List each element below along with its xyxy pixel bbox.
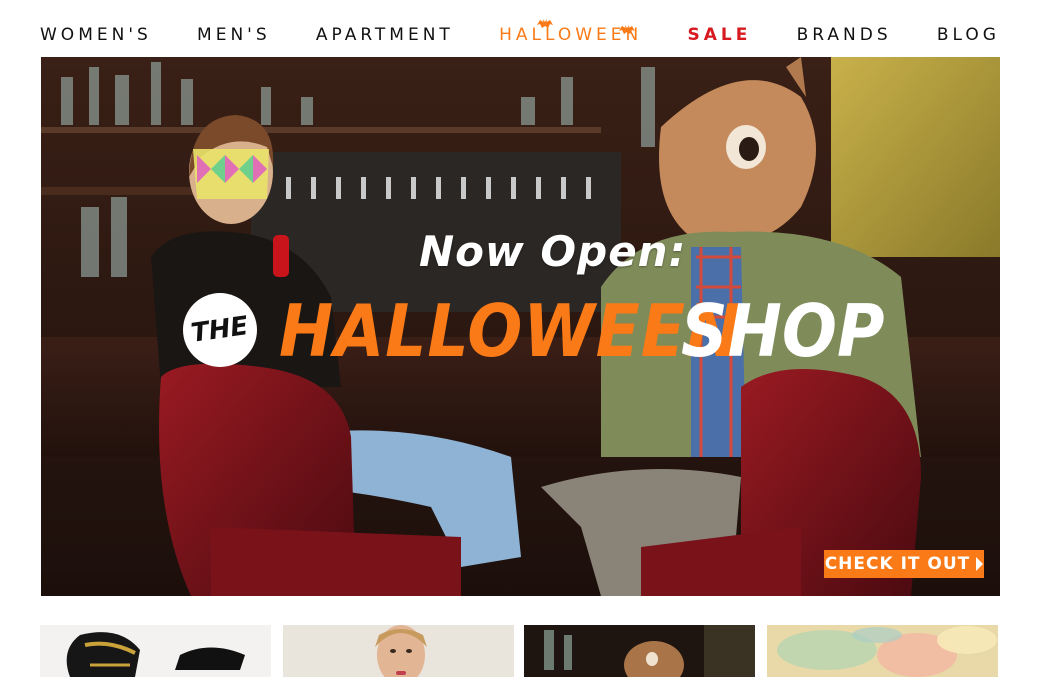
thumbnail-floral[interactable] [767, 625, 998, 677]
squirrel-image [524, 625, 755, 677]
thumbnail-squirrel[interactable] [524, 625, 755, 677]
shoes-image [40, 625, 271, 677]
bat-icon [537, 18, 554, 28]
main-nav: WOMEN'S MEN'S APARTMENT HALLOWEEN SALE B… [40, 0, 1000, 57]
hero-photo [41, 57, 1000, 596]
nav-item-blog[interactable]: BLOG [937, 13, 1000, 45]
nav-item-brands[interactable]: BRANDS [797, 13, 892, 45]
check-it-out-button[interactable]: CHECK IT OUT [824, 550, 984, 578]
bat-icon [619, 24, 636, 34]
model-image [283, 625, 514, 677]
hero-banner[interactable]: Now Open: THE HALLOWEEN SHOP CHECK IT OU… [41, 57, 1000, 596]
arrow-right-icon [976, 557, 984, 571]
cta-label: CHECK IT OUT [824, 554, 971, 574]
thumbnail-shoes[interactable] [40, 625, 271, 677]
nav-item-halloween[interactable]: HALLOWEEN [499, 13, 642, 45]
nav-item-sale[interactable]: SALE [687, 13, 751, 45]
floral-image [767, 625, 998, 677]
nav-item-apartment[interactable]: APARTMENT [316, 13, 454, 45]
thumbnail-row [40, 625, 998, 677]
thumbnail-model[interactable] [283, 625, 514, 677]
nav-item-womens[interactable]: WOMEN'S [40, 13, 152, 45]
nav-item-mens[interactable]: MEN'S [197, 13, 271, 45]
